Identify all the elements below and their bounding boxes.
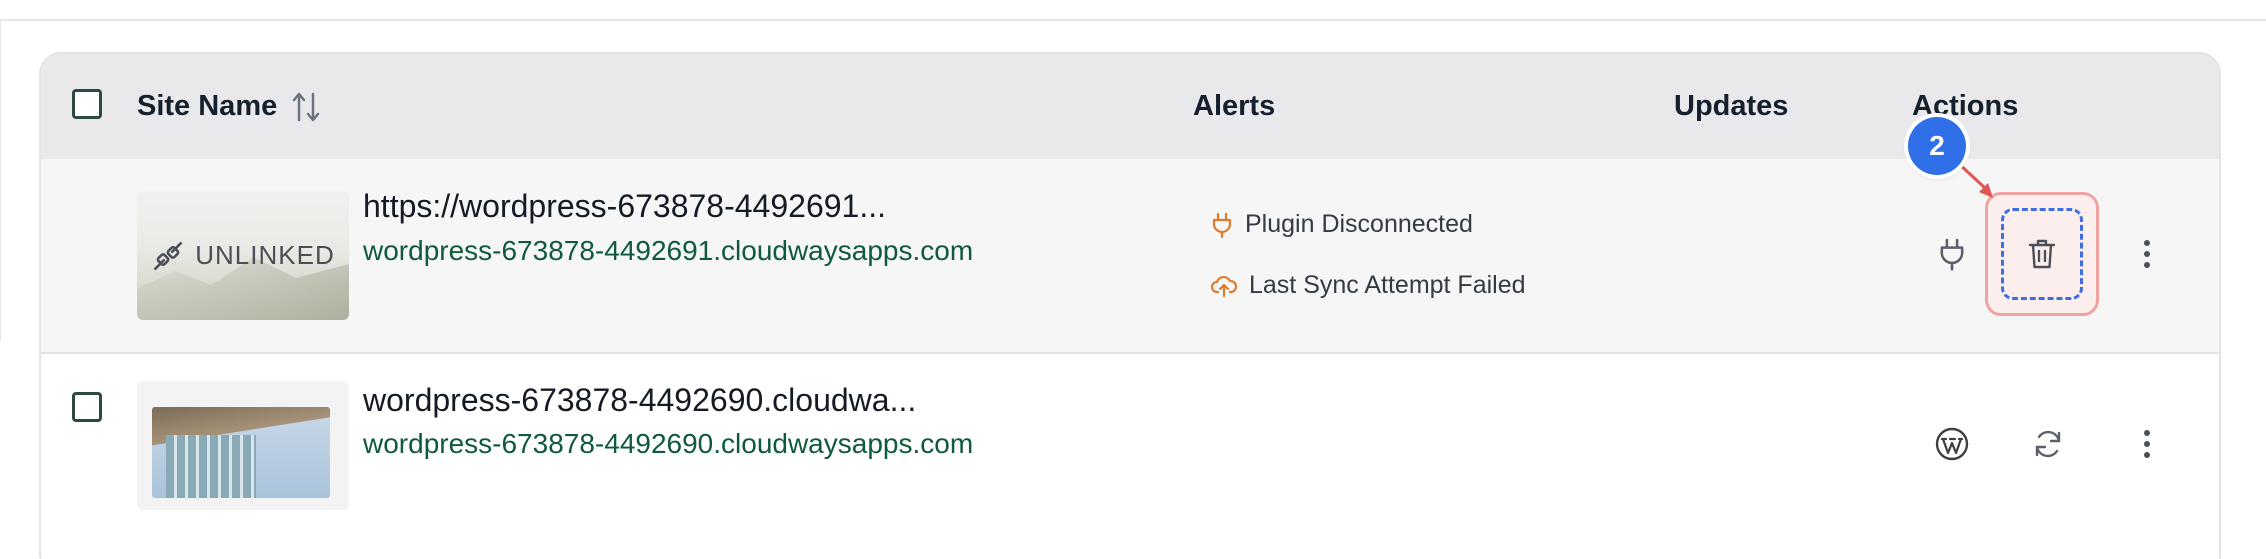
unlinked-label: UNLINKED xyxy=(195,240,335,270)
broken-link-icon xyxy=(154,241,183,270)
delete-site-button[interactable] xyxy=(2001,208,2083,300)
left-divider xyxy=(0,21,1,341)
header-alerts: Alerts xyxy=(1193,90,1276,122)
select-all-checkbox[interactable] xyxy=(72,89,102,119)
site-title[interactable]: https://wordpress-673878-4492691... xyxy=(363,188,886,225)
annotation-arrow xyxy=(1955,160,1993,198)
more-options-button[interactable] xyxy=(2127,234,2167,274)
alert-plugin-disconnected: Plugin Disconnected xyxy=(1211,210,1473,239)
site-url[interactable]: wordpress-673878-4492691.cloudwaysapps.c… xyxy=(363,235,973,267)
refresh-icon xyxy=(2035,430,2061,458)
wordpress-icon xyxy=(1935,427,1969,461)
header-site-name[interactable]: Site Name xyxy=(137,54,277,159)
plugin-connect-button[interactable] xyxy=(1932,234,1972,274)
cloud-upload-icon xyxy=(1211,275,1237,297)
plug-icon xyxy=(1940,238,1964,271)
sort-icon[interactable] xyxy=(291,90,321,124)
building-photo xyxy=(152,407,330,498)
table-header: Site Name Alerts Updates Actions xyxy=(41,54,2219,159)
more-options-button[interactable] xyxy=(2127,424,2167,464)
site-thumbnail[interactable] xyxy=(137,381,349,510)
more-vertical-icon xyxy=(2144,240,2150,268)
header-updates: Updates xyxy=(1674,90,1789,122)
more-vertical-icon xyxy=(2144,430,2150,458)
trash-icon xyxy=(2028,239,2056,269)
site-url[interactable]: wordpress-673878-4492690.cloudwaysapps.c… xyxy=(363,428,973,460)
site-thumbnail[interactable]: UNLINKED xyxy=(137,191,349,320)
row-checkbox[interactable] xyxy=(72,392,102,422)
top-divider xyxy=(0,19,2266,21)
table-row[interactable]: UNLINKED https://wordpress-673878-449269… xyxy=(41,159,2219,354)
sync-button[interactable] xyxy=(2028,424,2068,464)
alert-text: Plugin Disconnected xyxy=(1245,210,1473,238)
step-badge: 2 xyxy=(1908,117,1966,175)
alert-sync-failed: Last Sync Attempt Failed xyxy=(1211,271,1526,300)
delete-site-highlight xyxy=(1985,192,2099,316)
plug-icon xyxy=(1212,212,1232,238)
site-title[interactable]: wordpress-673878-4492690.cloudwa... xyxy=(363,382,916,419)
wordpress-admin-button[interactable] xyxy=(1932,424,1972,464)
table-row[interactable]: wordpress-673878-4492690.cloudwa... word… xyxy=(41,354,2219,559)
unlinked-badge: UNLINKED xyxy=(137,191,349,320)
page: Site Name Alerts Updates Actions UNLINKE… xyxy=(0,0,2266,559)
alert-text: Last Sync Attempt Failed xyxy=(1249,271,1526,299)
sites-table: Site Name Alerts Updates Actions UNLINKE… xyxy=(39,52,2221,559)
